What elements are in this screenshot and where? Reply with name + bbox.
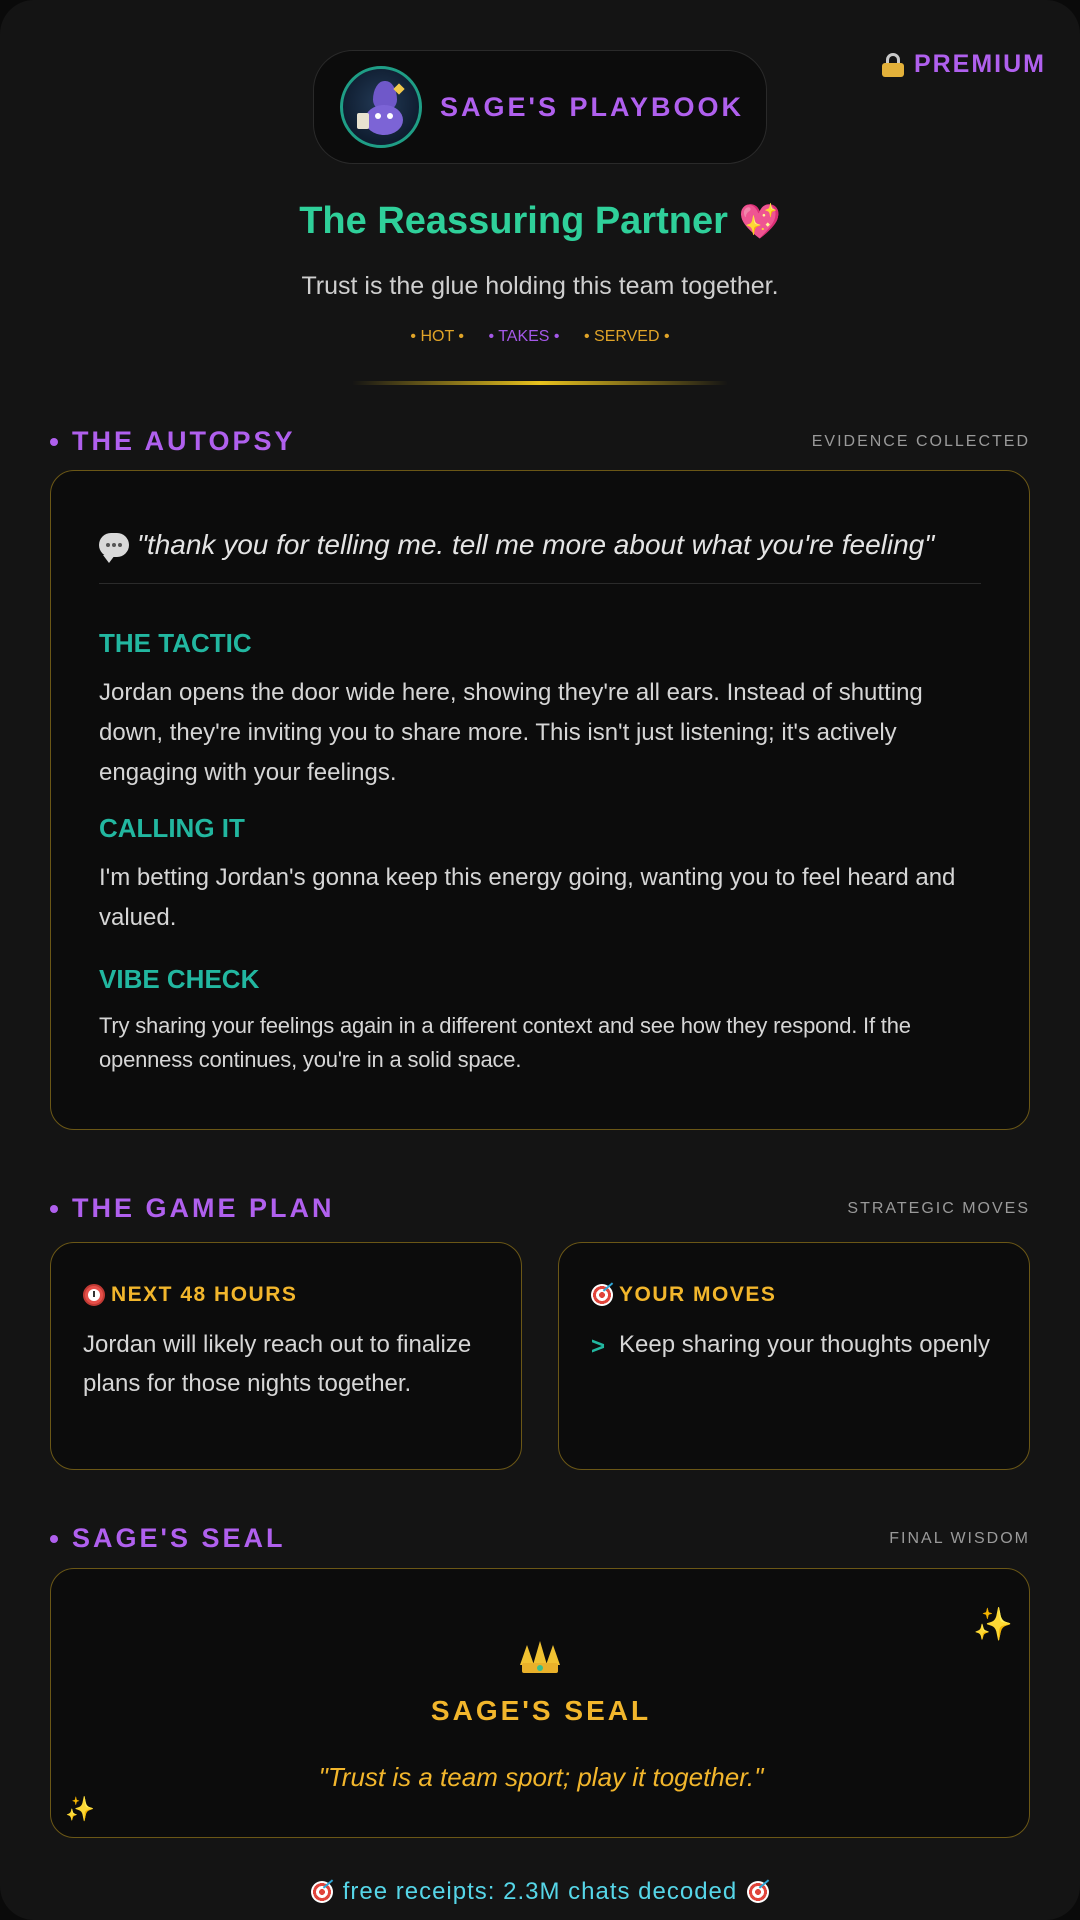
bullet-dot bbox=[50, 437, 58, 446]
lock-icon bbox=[881, 52, 904, 77]
tag-served: • SERVED • bbox=[583, 328, 670, 345]
vibe-check-label: VIBE CHECK bbox=[99, 964, 260, 994]
your-moves-card: YOUR MOVES > Keep sharing your thoughts … bbox=[558, 1242, 1030, 1470]
premium-badge[interactable]: PREMIUM bbox=[881, 50, 1046, 79]
direct-hit-icon bbox=[310, 1881, 333, 1903]
tactic-label: THE TACTIC bbox=[99, 628, 252, 658]
your-moves-label: YOUR MOVES bbox=[619, 1283, 777, 1306]
tag-hot: • HOT • bbox=[410, 328, 464, 345]
evidence-collected-label: EVIDENCE COLLECTED bbox=[811, 432, 1030, 450]
game-plan-section-header: THE GAME PLAN STRATEGIC MOVES bbox=[50, 1193, 1030, 1224]
next-48-hours-card: NEXT 48 HOURS Jordan will likely reach o… bbox=[50, 1242, 522, 1470]
next-48-hours-label: NEXT 48 HOURS bbox=[111, 1283, 298, 1306]
brand-header: SAGE'S PLAYBOOK bbox=[313, 50, 767, 164]
alarm-clock-icon bbox=[83, 1284, 105, 1306]
your-moves-heading: YOUR MOVES bbox=[591, 1283, 997, 1307]
sparkles-icon: ✨ bbox=[973, 1606, 1013, 1642]
footer-text: free receipts: 2.3M chats decoded bbox=[342, 1878, 738, 1905]
premium-label: PREMIUM bbox=[913, 50, 1046, 78]
tag-row: • HOT • • TAKES • • SERVED • bbox=[0, 328, 1080, 346]
autopsy-card: "thank you for telling me. tell me more … bbox=[50, 470, 1030, 1130]
footer[interactable]: free receipts: 2.3M chats decoded bbox=[0, 1878, 1080, 1906]
persona-title: The Reassuring Partner 💖 bbox=[0, 200, 1080, 243]
autopsy-title: THE AUTOPSY bbox=[50, 426, 296, 457]
tag-takes: • TAKES • bbox=[488, 328, 560, 345]
next-48-hours-heading: NEXT 48 HOURS bbox=[83, 1283, 489, 1307]
vibe-check-text: Try sharing your feelings again in a dif… bbox=[99, 1013, 911, 1072]
bullet-dot bbox=[50, 1534, 58, 1543]
seal-title-text: SAGE'S SEAL bbox=[72, 1523, 286, 1553]
tactic-text: Jordan opens the door wide here, showing… bbox=[99, 679, 923, 786]
glow-divider bbox=[352, 381, 728, 385]
game-plan-title-text: THE GAME PLAN bbox=[72, 1193, 335, 1223]
list-item: > Keep sharing your thoughts openly bbox=[591, 1325, 997, 1369]
quote-divider bbox=[99, 583, 981, 584]
sparkles-icon: ✨ bbox=[65, 1796, 95, 1823]
app-screen: PREMIUM SAGE'S PLAYBOOK The Reassuring P… bbox=[0, 0, 1080, 1920]
seal-card-title: SAGE'S SEAL bbox=[430, 1695, 652, 1726]
sparkling-heart-icon: 💖 bbox=[738, 203, 781, 241]
move-text: Keep sharing your thoughts openly bbox=[619, 1331, 990, 1358]
direct-hit-icon bbox=[591, 1284, 613, 1306]
strategic-moves-label: STRATEGIC MOVES bbox=[847, 1199, 1030, 1217]
chevron-right-icon: > bbox=[591, 1333, 606, 1360]
brand-title: SAGE'S PLAYBOOK bbox=[440, 91, 744, 122]
next-48-hours-text: Jordan will likely reach out to finalize… bbox=[83, 1331, 472, 1397]
quote-text: "thank you for telling me. tell me more … bbox=[137, 529, 935, 560]
seal-card: ✨ SAGE'S SEAL "Trust is a team sport; pl… bbox=[50, 1568, 1030, 1838]
autopsy-section-header: THE AUTOPSY EVIDENCE COLLECTED bbox=[50, 426, 1030, 457]
persona-title-text: The Reassuring Partner bbox=[299, 200, 728, 242]
persona-subtitle: Trust is the glue holding this team toge… bbox=[301, 272, 779, 300]
seal-section-header: SAGE'S SEAL FINAL WISDOM bbox=[50, 1523, 1030, 1554]
final-wisdom-label: FINAL WISDOM bbox=[889, 1529, 1030, 1547]
speech-bubble-icon bbox=[99, 533, 129, 563]
sage-avatar bbox=[340, 66, 422, 148]
bullet-dot bbox=[50, 1204, 58, 1213]
crown-icon bbox=[520, 1641, 560, 1673]
seal-quote: "Trust is a team sport; play it together… bbox=[318, 1762, 764, 1792]
game-plan-title: THE GAME PLAN bbox=[50, 1193, 335, 1224]
message-quote: "thank you for telling me. tell me more … bbox=[99, 529, 981, 563]
seal-title: SAGE'S SEAL bbox=[50, 1523, 285, 1554]
autopsy-title-text: THE AUTOPSY bbox=[72, 426, 296, 456]
calling-it-text: I'm betting Jordan's gonna keep this ene… bbox=[99, 864, 956, 931]
calling-it-label: CALLING IT bbox=[99, 813, 245, 843]
direct-hit-icon bbox=[747, 1881, 770, 1903]
